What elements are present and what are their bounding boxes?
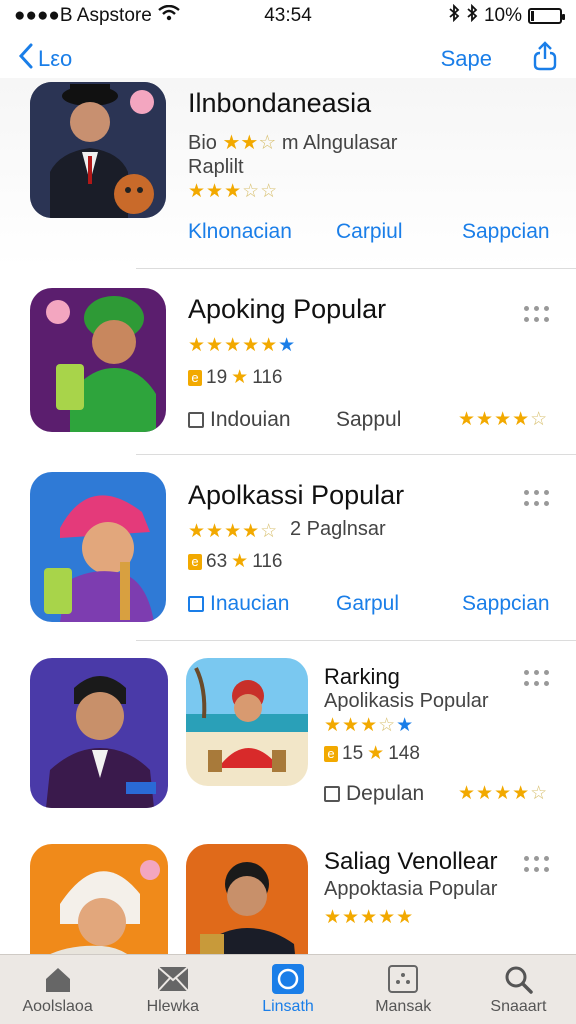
tab-label: Snaaart (490, 997, 547, 1015)
category-icon (188, 412, 204, 428)
category-icon (188, 596, 204, 612)
app-rating: ★★★★★★ (188, 335, 297, 356)
app-subtitle: Appoktasia Popular (324, 878, 498, 900)
status-bar: ●●●●B Aspstore 43:54 10% (0, 0, 576, 32)
battery-percent: 10% (483, 5, 522, 26)
tab-manage[interactable]: Mansak (346, 955, 461, 1024)
app-action-3[interactable]: Sappcian (462, 592, 550, 616)
app-title: Apolkassi Popular (188, 480, 405, 510)
app-meta: e 15 ★ 148 (324, 742, 420, 765)
tab-label: Hlewka (146, 997, 200, 1015)
app-title: Apoking Popular (188, 294, 387, 324)
app-subtitle: 2 Paglnsar (290, 518, 386, 540)
share-icon[interactable] (532, 41, 558, 77)
featured-app[interactable]: Ilnbondaneasia Bio ★★☆ m Alngulasar Rapl… (0, 78, 576, 268)
app-icon[interactable] (30, 288, 166, 432)
more-icon[interactable] (524, 856, 550, 874)
featured-line2: Raplilt (188, 156, 244, 178)
app-meta: e 63 ★ 116 (188, 550, 282, 573)
featured-subtitle: Bio ★★☆ m Alngulasar (188, 132, 398, 154)
carrier-label: ●●●●B Aspstore (14, 5, 152, 26)
list-item[interactable]: Saliag Venollear Appoktasia Popular ★★★★… (0, 836, 576, 956)
list-item[interactable]: Rarking Apolikasis Popular ★★★☆★ e 15 ★ 14… (0, 650, 576, 830)
tab-reviews[interactable]: Hlewka (115, 955, 230, 1024)
tab-apps[interactable]: Aoolslaoa (0, 955, 115, 1024)
list-item[interactable]: Apolkassi Popular ★★★★☆ 2 Paglnsar e 63 ★… (0, 464, 576, 640)
category-icon (324, 786, 340, 802)
app-action-1[interactable]: Inaucian (188, 592, 289, 616)
badge-icon: e (188, 369, 202, 386)
app-icon[interactable] (30, 658, 168, 808)
badge-icon: e (188, 553, 202, 570)
save-button[interactable]: Sape (441, 46, 492, 72)
featured-action-1[interactable]: Klnonacian (188, 220, 292, 244)
app-category[interactable]: Indouian (188, 408, 291, 432)
app-rating: ★★★★★ (324, 907, 415, 928)
back-label: Lεo (38, 46, 73, 71)
app-icon-secondary[interactable] (186, 844, 308, 956)
tab-label: Linsath (262, 997, 314, 1015)
tab-label: Aoolslaoa (22, 997, 93, 1015)
tab-search-active[interactable]: Linsath (230, 955, 345, 1024)
more-icon[interactable] (524, 670, 550, 688)
app-title: Rarking (324, 664, 400, 689)
list-item[interactable]: Apoking Popular ★★★★★★ e 19 ★ 116 Indouian… (0, 280, 576, 450)
back-button[interactable]: Lεo (18, 42, 72, 76)
chevron-left-icon (18, 42, 34, 76)
navigation-bar: Lεo Sape (0, 36, 576, 82)
featured-action-2[interactable]: Carpiul (336, 220, 403, 244)
app-subtitle: Apolikasis Popular (324, 690, 489, 712)
grid-box-icon (387, 964, 419, 994)
featured-title: Ilnbondaneasia (188, 88, 372, 118)
clock: 43:54 (264, 5, 312, 26)
more-icon[interactable] (524, 306, 550, 324)
app-rating-right: ★★★★☆ (458, 409, 549, 430)
app-icon-secondary[interactable] (186, 658, 308, 786)
bluetooth-icon (448, 3, 460, 28)
divider (136, 454, 576, 455)
tab-bar: Aoolslaoa Hlewka Linsath Mansak Snaaart (0, 954, 576, 1024)
app-secondary-label[interactable]: Sappul (336, 408, 401, 432)
app-rating-right: ★★★★☆ (458, 783, 549, 804)
tab-search[interactable]: Snaaart (461, 955, 576, 1024)
app-meta: e 19 ★ 116 (188, 366, 282, 389)
featured-app-icon[interactable] (30, 82, 166, 218)
battery-icon (528, 8, 565, 24)
search-icon (502, 964, 534, 994)
envelope-icon (157, 964, 189, 994)
featured-action-3[interactable]: Sappcian (462, 220, 550, 244)
more-icon[interactable] (524, 490, 550, 508)
app-rating: ★★★★☆ (188, 521, 279, 542)
tab-label: Mansak (375, 997, 432, 1015)
bluetooth-icon-2 (466, 3, 478, 28)
app-category[interactable]: Depulan (324, 782, 424, 806)
wifi-icon (158, 4, 180, 27)
badge-icon: e (324, 745, 338, 762)
app-icon[interactable] (30, 844, 168, 956)
app-title: Saliag Venollear (324, 848, 498, 875)
divider (136, 640, 576, 641)
app-action-2[interactable]: Garpul (336, 592, 399, 616)
featured-rating: ★★★☆☆ (188, 181, 279, 202)
app-rating: ★★★☆★ (324, 715, 415, 736)
circle-icon (272, 963, 304, 994)
divider (136, 268, 576, 269)
home-icon (42, 964, 74, 994)
app-icon[interactable] (30, 472, 166, 622)
